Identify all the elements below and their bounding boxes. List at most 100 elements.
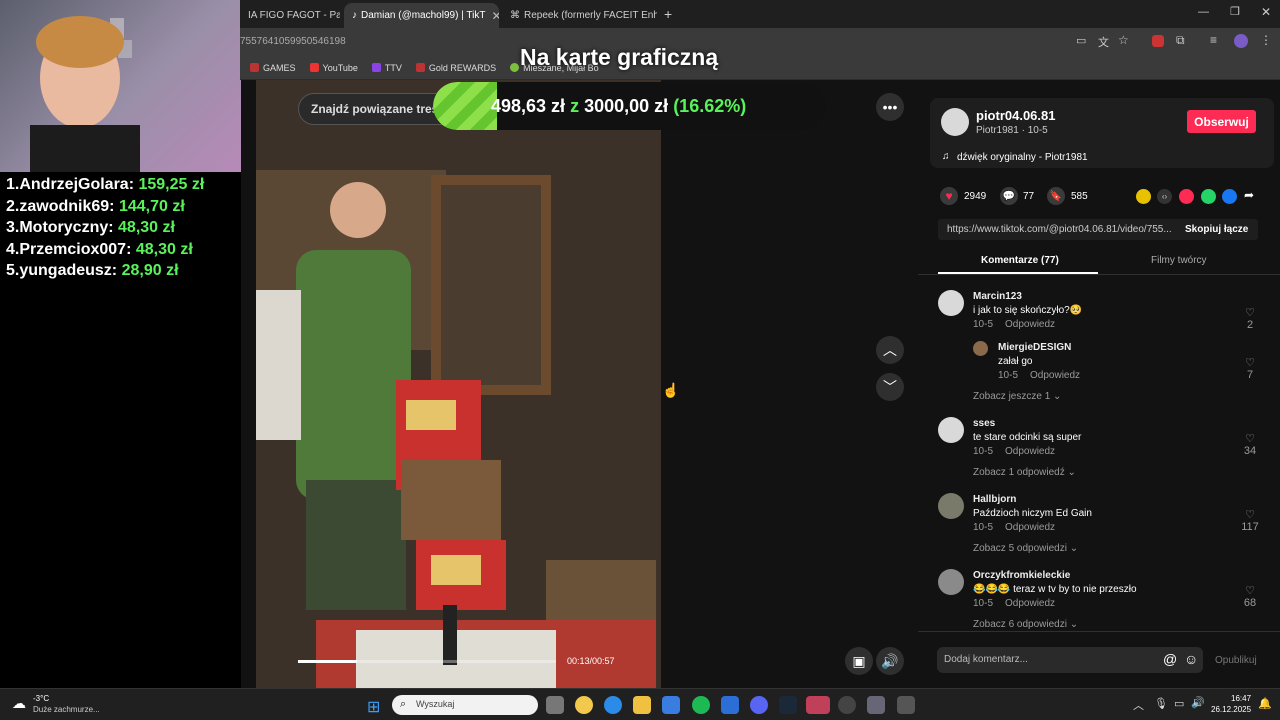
video-link[interactable]: https://www.tiktok.com/@piotr04.06.81/vi… xyxy=(947,224,1175,235)
emoji-icon[interactable]: ☺ xyxy=(1184,651,1198,667)
copy-link-button[interactable]: Skopiuj łącze xyxy=(1185,224,1248,235)
new-tab-button[interactable]: + xyxy=(664,6,672,22)
translate-icon[interactable]: 文 xyxy=(1098,34,1109,50)
coin-icon[interactable] xyxy=(1136,189,1151,204)
close-icon[interactable]: ✕ xyxy=(485,9,499,23)
steam-icon[interactable] xyxy=(779,696,797,714)
minimize-button[interactable]: — xyxy=(1198,6,1209,18)
comment-like[interactable]: ♡ 117 xyxy=(1238,508,1262,533)
like-icon[interactable]: ♥ xyxy=(940,187,958,205)
mention-icon[interactable]: @ xyxy=(1163,651,1177,667)
video-progress-track[interactable] xyxy=(298,660,556,663)
share-icon[interactable]: ➦ xyxy=(1244,188,1254,202)
embed-icon[interactable]: ‹› xyxy=(1157,189,1172,204)
commenter-avatar[interactable] xyxy=(938,493,964,519)
clock-time[interactable]: 16:47 xyxy=(1231,694,1251,703)
search-box[interactable] xyxy=(392,695,538,715)
author-subtitle: Piotr1981 · 10-5 xyxy=(976,125,1048,136)
volume-button[interactable]: 🔊 xyxy=(876,647,904,675)
donation-goal-fill xyxy=(433,82,497,130)
comment-like[interactable]: ♡ 68 xyxy=(1238,584,1262,609)
reply-button[interactable]: Odpowiedz xyxy=(1005,522,1055,533)
author-avatar[interactable] xyxy=(941,108,969,136)
cast-icon[interactable]: ▭ xyxy=(1076,34,1086,47)
sound-label[interactable]: dźwięk oryginalny - Piotr1981 xyxy=(957,152,1088,163)
extension-icon[interactable] xyxy=(1152,35,1164,47)
app-icon[interactable] xyxy=(838,696,856,714)
clock-date[interactable]: 26.12.2025 xyxy=(1211,705,1251,714)
media-icon[interactable]: ≡ xyxy=(1210,33,1217,47)
bookmark[interactable]: GAMES xyxy=(250,63,296,73)
volume-icon[interactable]: 🔊 xyxy=(1191,696,1205,709)
comment-item: sses te stare odcinki są super 10-5 Odpow… xyxy=(973,418,1082,457)
reply-button[interactable]: Odpowiedz xyxy=(1030,370,1080,381)
tab-creator-videos[interactable]: Filmy twórcy xyxy=(1151,255,1207,266)
browser-tab[interactable]: ⌘Repeek (formerly FACEIT Enhanc✕ xyxy=(502,3,657,28)
send-icon[interactable] xyxy=(1179,189,1194,204)
heart-icon: ♡ xyxy=(1245,433,1255,445)
more-options-button[interactable]: ••• xyxy=(876,93,904,121)
comment-like[interactable]: ♡ 34 xyxy=(1238,432,1262,457)
network-icon[interactable]: ▭ xyxy=(1174,697,1184,710)
view-more-replies[interactable]: Zobacz 5 odpowiedzi ⌄ xyxy=(973,543,1078,554)
notification-icon[interactable]: 🔔 xyxy=(1258,697,1272,710)
microphone-icon[interactable]: 🎙 xyxy=(1154,697,1168,710)
file-explorer-icon[interactable] xyxy=(633,696,651,714)
extensions-icon[interactable]: ⧉ xyxy=(1176,33,1185,48)
next-video-button[interactable]: ﹀ xyxy=(876,373,904,401)
close-window-button[interactable]: ✕ xyxy=(1261,5,1271,19)
whatsapp-icon[interactable] xyxy=(1201,189,1216,204)
reply-button[interactable]: Odpowiedz xyxy=(1005,446,1055,457)
tray-expand-icon[interactable]: ︿ xyxy=(1133,697,1144,713)
facebook-icon[interactable] xyxy=(1222,189,1237,204)
app-icon[interactable] xyxy=(806,696,830,714)
chrome-icon[interactable] xyxy=(575,696,593,714)
commenter-avatar[interactable] xyxy=(938,569,964,595)
menu-icon[interactable]: ⋮ xyxy=(1260,33,1272,47)
restore-button[interactable]: ❐ xyxy=(1230,5,1240,18)
bookmark-icon[interactable]: 🔖 xyxy=(1047,187,1065,205)
app-icon[interactable] xyxy=(897,696,915,714)
edge-icon[interactable] xyxy=(604,696,622,714)
view-more-replies[interactable]: Zobacz jeszcze 1 ⌄ xyxy=(973,391,1061,402)
bookmark-icon xyxy=(250,63,259,72)
comment-like[interactable]: ♡ 7 xyxy=(1238,356,1262,381)
profile-avatar[interactable] xyxy=(1234,34,1248,48)
task-view-icon[interactable] xyxy=(546,696,564,714)
comments-panel: piotr04.06.81 Piotr1981 · 10-5 Obserwuj … xyxy=(918,80,1280,688)
commenter-avatar[interactable] xyxy=(938,290,964,316)
commenter-avatar[interactable] xyxy=(938,417,964,443)
youtube-icon xyxy=(309,63,319,72)
settings-icon[interactable] xyxy=(867,696,885,714)
author-name[interactable]: piotr04.06.81 xyxy=(976,108,1056,123)
comment-icon[interactable]: 💬 xyxy=(1000,187,1018,205)
start-icon[interactable]: ⊞ xyxy=(367,697,380,717)
tab-comments[interactable]: Komentarze (77) xyxy=(981,255,1059,266)
publish-button[interactable]: Opublikuj xyxy=(1215,655,1257,666)
previous-video-button[interactable]: ︿ xyxy=(876,336,904,364)
reply-button[interactable]: Odpowiedz xyxy=(1005,319,1055,330)
discord-icon[interactable] xyxy=(750,696,768,714)
view-more-replies[interactable]: Zobacz 1 odpowiedź ⌄ xyxy=(973,467,1076,478)
address-bar[interactable]: 7557641059950546198 ▭ 文 ☆ ⧉ ≡ ⋮ xyxy=(240,28,1280,56)
store-icon[interactable] xyxy=(662,696,680,714)
bookmark[interactable]: TTV xyxy=(371,63,402,73)
video-player[interactable]: 00:13/00:57 xyxy=(256,80,661,688)
reply-button[interactable]: Odpowiedz xyxy=(1005,598,1055,609)
bookmark[interactable]: YouTube xyxy=(309,63,358,73)
bookmark[interactable]: Gold REWARDS xyxy=(415,63,496,73)
browser-tab[interactable]: IA FIGO FAGOT - Past✕ xyxy=(240,3,340,28)
view-more-replies[interactable]: Zobacz 6 odpowiedzi ⌄ xyxy=(973,619,1078,630)
follow-button[interactable]: Obserwuj xyxy=(1187,110,1256,133)
weather-icon[interactable]: ☁ xyxy=(12,695,26,712)
browser-tab[interactable]: ♪ Damian (@machol99) | TikT ✕ xyxy=(344,3,499,28)
pip-button[interactable]: ▣ xyxy=(845,647,873,675)
bookmark-icon xyxy=(510,63,520,72)
mail-icon[interactable] xyxy=(721,696,739,714)
star-icon[interactable]: ☆ xyxy=(1118,33,1129,47)
heart-icon: ♡ xyxy=(1245,509,1255,521)
comment-like[interactable]: ♡ 2 xyxy=(1238,306,1262,331)
spotify-icon[interactable] xyxy=(692,696,710,714)
commenter-avatar[interactable] xyxy=(973,341,988,356)
url-text[interactable]: 7557641059950546198 xyxy=(240,36,346,47)
